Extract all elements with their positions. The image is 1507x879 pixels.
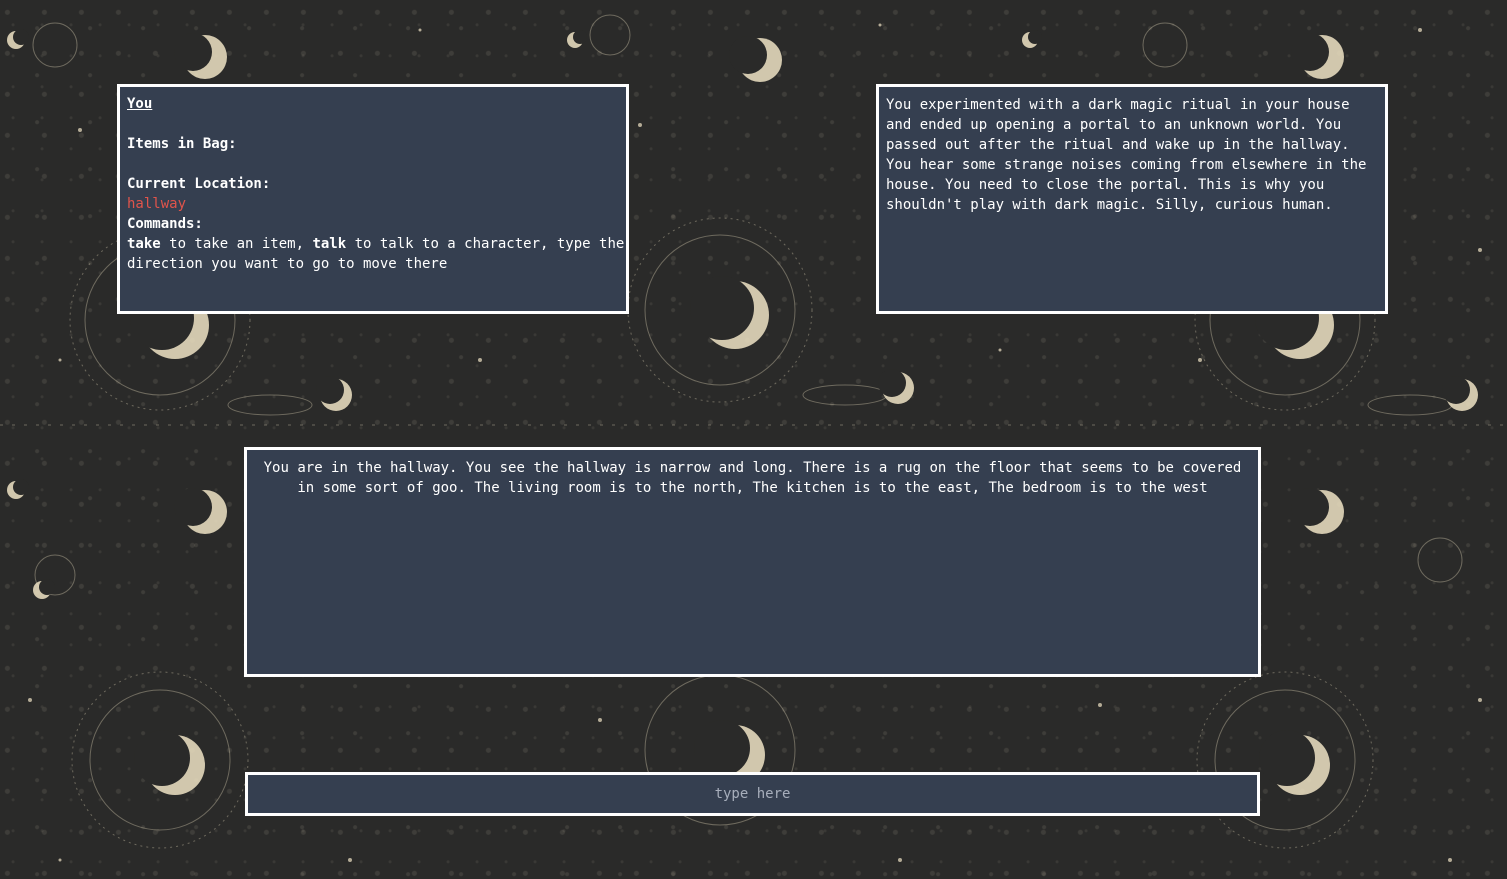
commands-heading: Commands: <box>127 216 203 232</box>
command-input-bar <box>245 772 1260 816</box>
story-intro-text: You experimented with a dark magic ritua… <box>886 97 1367 213</box>
take-command: take <box>127 236 161 252</box>
player-label: You <box>127 96 153 112</box>
current-location-heading: Current Location: <box>127 176 271 192</box>
commands-help-text: take to take an item, talk to talk to a … <box>127 234 626 274</box>
story-intro-panel: You experimented with a dark magic ritua… <box>876 84 1388 314</box>
take-command-description: to take an item, <box>160 236 313 252</box>
items-in-bag-heading: Items in Bag: <box>127 136 237 152</box>
talk-command: talk <box>312 236 347 252</box>
player-status-panel: You Items in Bag: Current Location: hall… <box>117 84 629 314</box>
room-description-text: You are in the hallway. You see the hall… <box>263 460 1242 496</box>
current-location-value: hallway <box>127 196 187 212</box>
room-description-panel: You are in the hallway. You see the hall… <box>244 447 1261 677</box>
command-input[interactable] <box>248 775 1257 813</box>
bag-items-list <box>127 154 626 174</box>
